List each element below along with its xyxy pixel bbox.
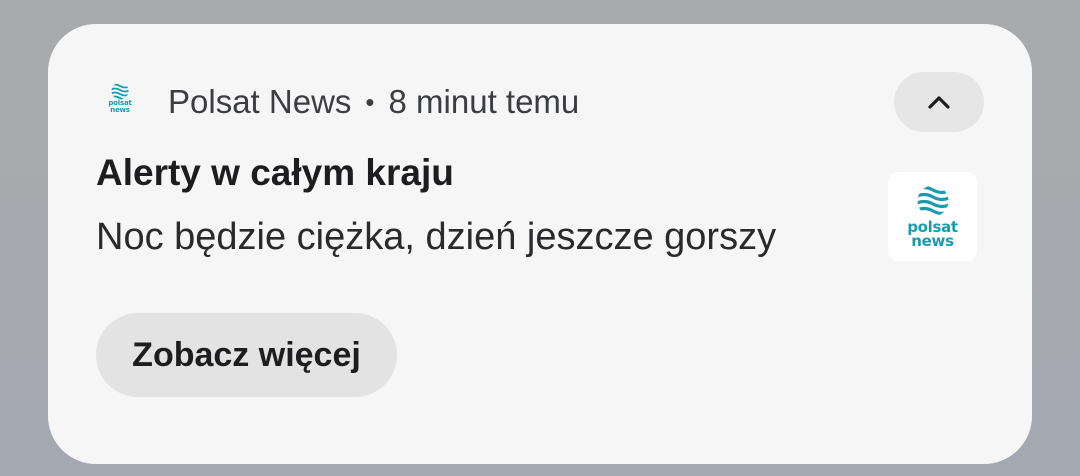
collapse-button[interactable] (894, 72, 984, 132)
large-icon-logo-text: polsat news (907, 218, 958, 250)
notification-card[interactable]: polsat news Polsat News • 8 minut temu A… (48, 24, 1032, 464)
notification-large-icon: polsat news (888, 172, 977, 261)
app-icon-logo-text: polsat news (108, 99, 132, 114)
polsat-wave-logo-icon (917, 185, 948, 216)
polsat-news-app-icon: polsat news (104, 82, 136, 118)
notification-header: Polsat News • 8 minut temu (168, 82, 579, 122)
notification-time: 8 minut temu (388, 83, 580, 120)
notification-text: Noc będzie ciężka, dzień jeszcze gorszy (96, 216, 777, 258)
app-name: Polsat News (168, 83, 352, 120)
chevron-up-icon (928, 96, 950, 109)
polsat-wave-logo-icon (111, 83, 129, 100)
header-separator: • (365, 86, 375, 117)
notification-title: Alerty w całym kraju (96, 152, 454, 193)
see-more-button[interactable]: Zobacz więcej (96, 313, 397, 397)
